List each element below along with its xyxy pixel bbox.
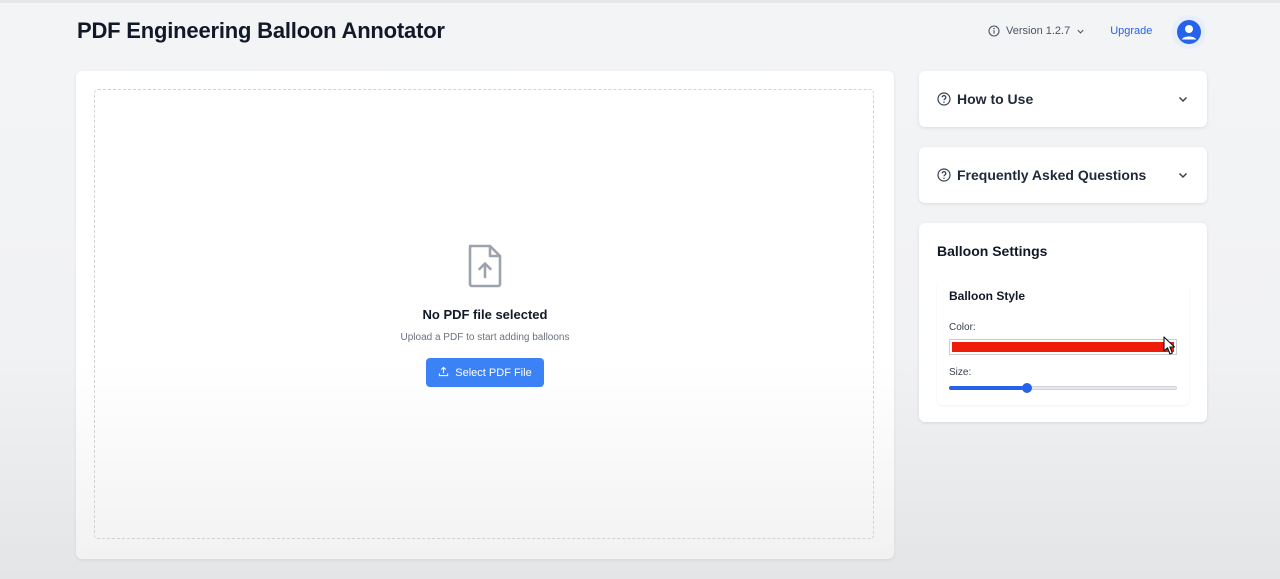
user-icon	[1177, 20, 1201, 44]
color-picker[interactable]	[949, 339, 1177, 355]
faq-accordion[interactable]: Frequently Asked Questions	[919, 147, 1207, 203]
upload-card: No PDF file selected Upload a PDF to sta…	[76, 71, 894, 559]
help-circle-icon	[937, 168, 951, 182]
empty-state-title: No PDF file selected	[422, 307, 548, 322]
select-pdf-label: Select PDF File	[455, 366, 532, 379]
help-circle-icon	[937, 92, 951, 106]
size-slider-thumb[interactable]	[1021, 383, 1032, 393]
app-title: PDF Engineering Balloon Annotator	[77, 18, 445, 43]
chevron-down-icon	[1177, 169, 1189, 181]
color-swatch-fill	[952, 342, 1174, 352]
size-slider-fill	[949, 386, 1027, 390]
color-label: Color:	[949, 322, 976, 333]
balloon-style-title: Balloon Style	[949, 289, 1026, 303]
size-slider[interactable]	[949, 383, 1177, 393]
balloon-style-section: Balloon Style Color: Size:	[937, 281, 1189, 405]
chevron-down-icon	[1076, 27, 1085, 36]
how-to-use-accordion[interactable]: How to Use	[919, 71, 1207, 127]
file-upload-icon	[466, 243, 504, 289]
size-label: Size:	[949, 367, 972, 378]
top-border	[0, 0, 1280, 3]
user-avatar-button[interactable]	[1172, 15, 1206, 49]
version-dropdown[interactable]: Version 1.2.7	[988, 25, 1085, 37]
version-label: Version 1.2.7	[1006, 25, 1071, 37]
info-icon	[988, 25, 1000, 37]
faq-label: Frequently Asked Questions	[957, 167, 1147, 183]
select-pdf-button[interactable]: Select PDF File	[426, 358, 544, 387]
upload-icon	[438, 366, 449, 380]
upgrade-link[interactable]: Upgrade	[1110, 25, 1152, 37]
empty-state-hint: Upload a PDF to start adding balloons	[400, 332, 570, 343]
balloon-settings-title: Balloon Settings	[937, 243, 1048, 259]
faq-panel: Frequently Asked Questions	[919, 147, 1207, 203]
how-to-use-panel: How to Use	[919, 71, 1207, 127]
chevron-down-icon	[1177, 93, 1189, 105]
balloon-settings-panel: Balloon Settings Balloon Style Color: Si…	[919, 223, 1207, 422]
how-to-use-label: How to Use	[957, 91, 1034, 107]
header-actions: Version 1.2.7 Upgrade	[988, 16, 1152, 46]
